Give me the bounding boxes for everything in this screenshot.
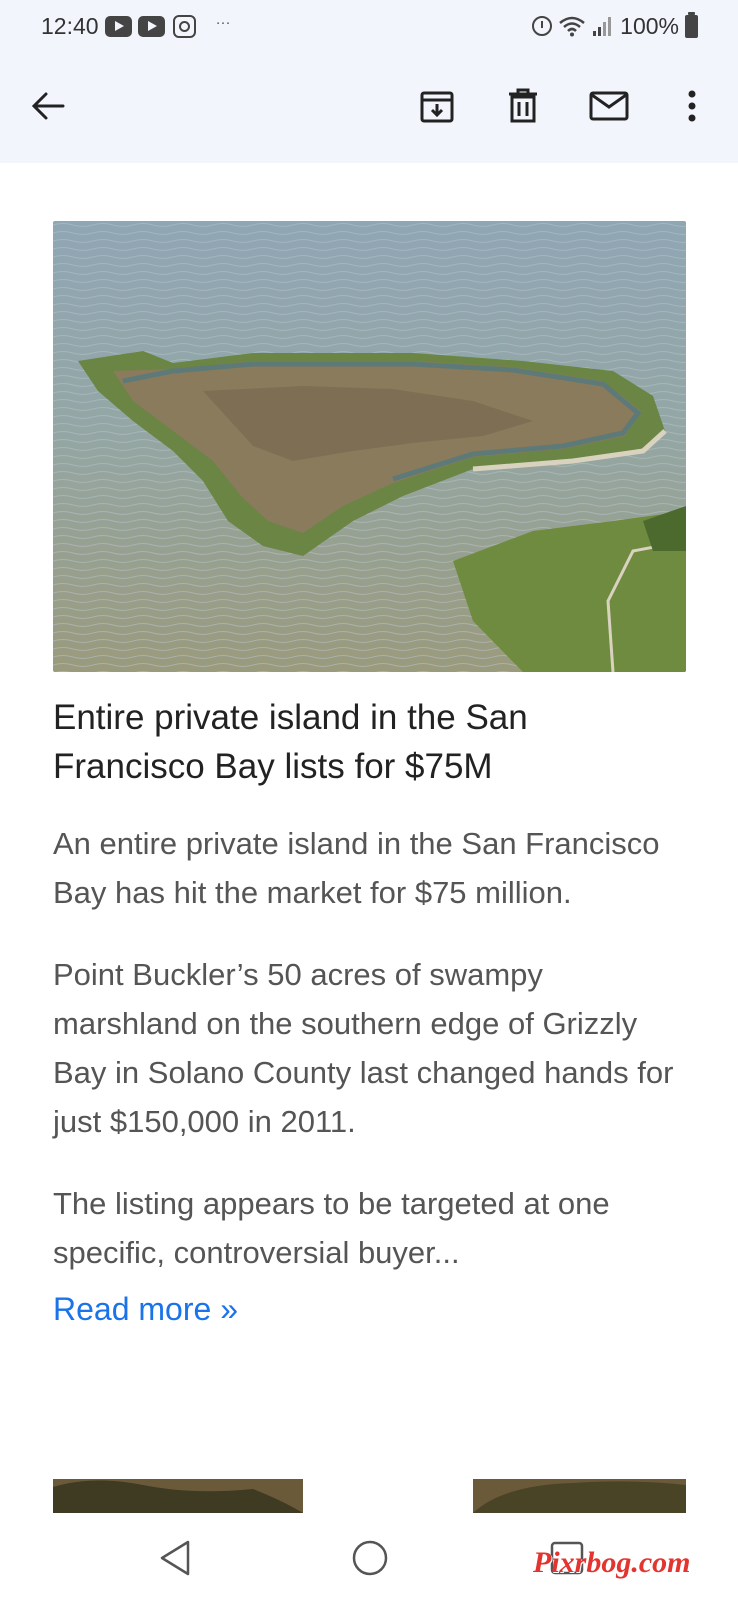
mark-unread-button[interactable] — [583, 80, 635, 132]
more-options-button[interactable] — [666, 80, 718, 132]
article-headline[interactable]: Entire private island in the San Francis… — [53, 693, 686, 791]
battery-percent: 100% — [620, 12, 679, 39]
wifi-icon — [558, 15, 586, 37]
youtube-icon — [137, 15, 165, 37]
clock: 12:40 — [41, 12, 99, 39]
nav-home-button[interactable] — [345, 1533, 395, 1583]
status-bar: 12:40 ··· 100% — [0, 0, 738, 52]
signal-icon — [592, 15, 614, 37]
nav-back-icon — [160, 1540, 190, 1576]
message-toolbar — [0, 52, 738, 163]
email-body: Entire private island in the San Francis… — [53, 221, 686, 1334]
watermark-logo: Pixrbog.com — [533, 1546, 691, 1579]
status-bar-right: 100% — [532, 11, 698, 40]
article-paragraph: An entire private island in the San Fran… — [53, 826, 660, 910]
archive-button[interactable] — [411, 80, 463, 132]
nav-back-button[interactable] — [150, 1533, 200, 1583]
instagram-icon — [172, 14, 196, 38]
alarm-icon — [532, 16, 553, 36]
more-notifications-indicator: ··· — [215, 13, 231, 31]
read-more-link[interactable]: Read more » — [53, 1285, 686, 1334]
more-vert-icon — [688, 90, 696, 122]
article-paragraph: Point Buckler’s 50 acres of swampy marsh… — [53, 957, 674, 1139]
battery-icon — [685, 11, 698, 38]
youtube-icon — [104, 15, 132, 37]
status-bar-left: 12:40 ··· — [41, 13, 231, 40]
delete-button[interactable] — [497, 80, 549, 132]
mail-icon — [589, 91, 629, 121]
next-article-image[interactable] — [53, 1479, 686, 1513]
article-paragraph: The listing appears to be targeted at on… — [53, 1186, 610, 1270]
archive-icon — [420, 91, 454, 123]
article-image[interactable] — [53, 221, 686, 672]
delete-icon — [509, 88, 537, 123]
back-arrow-icon — [31, 92, 65, 120]
nav-home-icon — [352, 1540, 388, 1576]
back-button[interactable] — [22, 80, 74, 132]
